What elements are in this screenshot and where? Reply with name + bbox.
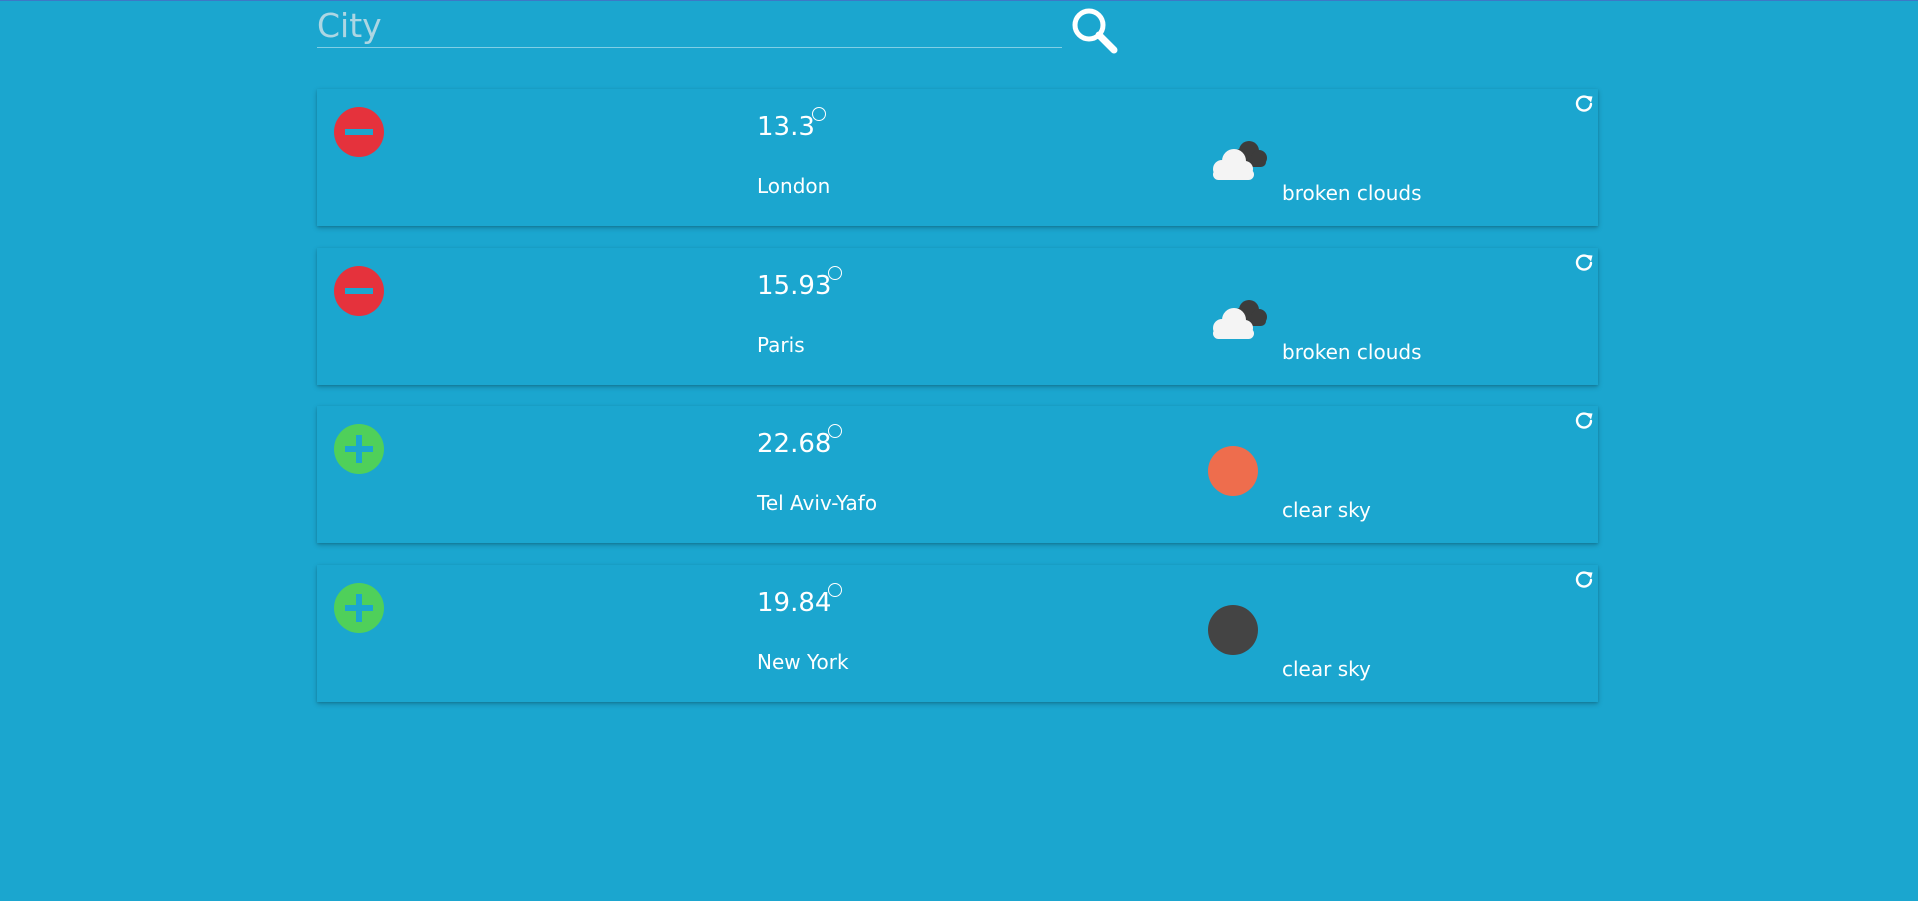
remove-favorite-button[interactable] xyxy=(334,266,384,316)
minus-icon xyxy=(345,288,373,294)
refresh-icon xyxy=(1575,412,1593,429)
clear-sky-day-icon xyxy=(1208,446,1258,496)
refresh-button[interactable] xyxy=(1573,93,1595,115)
refresh-icon xyxy=(1575,95,1593,112)
temperature: 13.3 xyxy=(757,107,826,147)
city-name: Tel Aviv-Yafo xyxy=(757,491,878,515)
temperature: 19.84 xyxy=(757,583,843,623)
refresh-button[interactable] xyxy=(1573,410,1595,432)
add-favorite-button[interactable] xyxy=(334,424,384,474)
temperature-value: 19.84 xyxy=(757,588,832,618)
city-name: New York xyxy=(757,650,849,674)
temperature: 22.68 xyxy=(757,424,843,464)
broken-clouds-icon xyxy=(1197,127,1277,187)
search-icon xyxy=(1072,8,1118,54)
weather-card-tel-aviv-yafo: 22.68 Tel Aviv-Yafo clear sky xyxy=(317,406,1598,543)
clear-sky-night-icon xyxy=(1208,605,1258,655)
city-name: London xyxy=(757,174,831,198)
city-name: Paris xyxy=(757,333,805,357)
temperature-value: 22.68 xyxy=(757,429,832,459)
weather-description: clear sky xyxy=(1282,498,1371,522)
refresh-icon xyxy=(1575,254,1593,271)
add-favorite-button[interactable] xyxy=(334,583,384,633)
weather-card-paris: 15.93 Paris broken clouds xyxy=(317,248,1598,385)
plus-icon xyxy=(345,594,373,622)
degree-icon xyxy=(828,266,843,280)
weather-description: broken clouds xyxy=(1282,340,1422,364)
refresh-button[interactable] xyxy=(1573,252,1595,274)
search-button[interactable] xyxy=(1069,5,1121,57)
broken-clouds-icon xyxy=(1197,286,1277,346)
search-bar xyxy=(317,1,1118,61)
degree-icon xyxy=(811,107,826,121)
weather-description: clear sky xyxy=(1282,657,1371,681)
weather-description: broken clouds xyxy=(1282,181,1422,205)
city-search-input[interactable] xyxy=(317,3,1062,48)
refresh-button[interactable] xyxy=(1573,569,1595,591)
minus-icon xyxy=(345,129,373,135)
temperature: 15.93 xyxy=(757,266,843,306)
temperature-value: 13.3 xyxy=(757,112,815,142)
remove-favorite-button[interactable] xyxy=(334,107,384,157)
weather-card-london: 13.3 London broken clouds xyxy=(317,89,1598,226)
plus-icon xyxy=(345,435,373,463)
weather-card-new-york: 19.84 New York clear sky xyxy=(317,565,1598,702)
temperature-value: 15.93 xyxy=(757,271,832,301)
refresh-icon xyxy=(1575,571,1593,588)
degree-icon xyxy=(828,583,843,597)
degree-icon xyxy=(828,424,843,438)
